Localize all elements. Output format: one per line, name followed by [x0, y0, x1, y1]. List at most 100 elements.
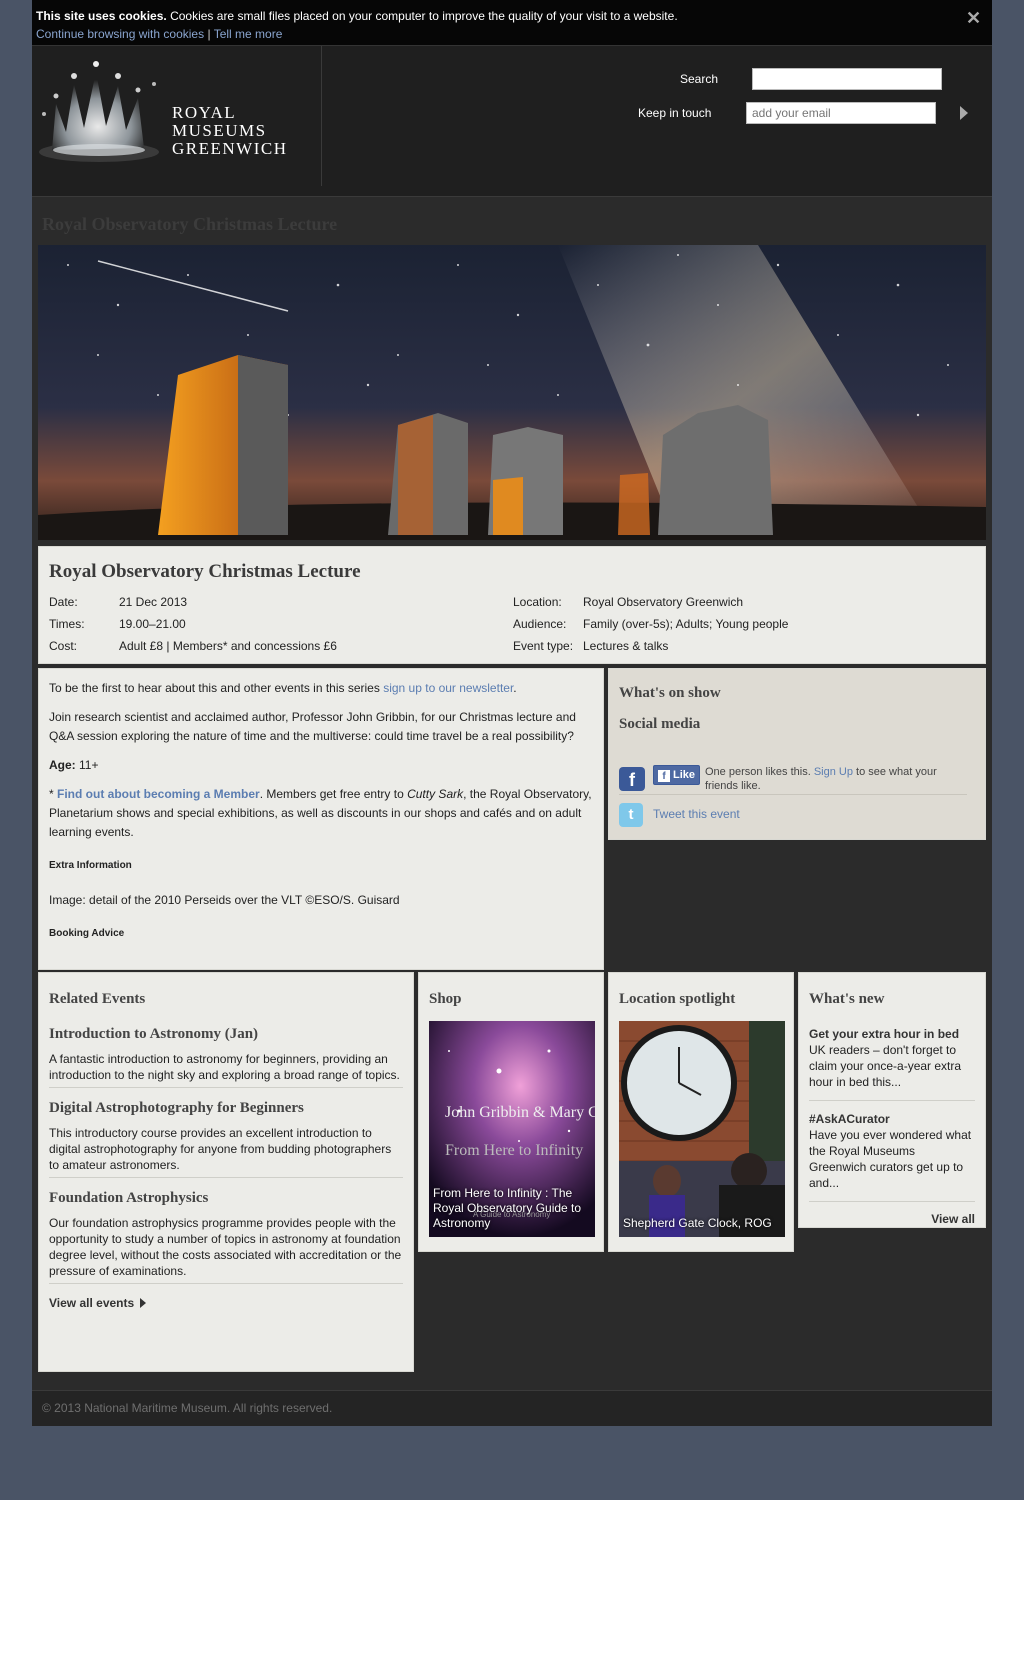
page-wrapper: ROYAL MUSEUMS GREENWICH Search Keep in t…: [32, 46, 992, 1426]
age-label: Age:: [49, 758, 76, 772]
email-submit-arrow-icon[interactable]: [960, 106, 968, 120]
email-field[interactable]: [746, 102, 936, 124]
side-panel: What's on show Social media f f Like One …: [608, 668, 986, 840]
related-events-panel: Related Events Introduction to Astronomy…: [38, 972, 414, 1372]
list-item[interactable]: Get your extra hour in bed UK readers – …: [809, 1026, 975, 1101]
event-type-row: Event type: Lectures & talks: [513, 635, 973, 657]
site-header: ROYAL MUSEUMS GREENWICH Search Keep in t…: [32, 46, 992, 197]
related-event-text: Our foundation astrophysics programme pr…: [49, 1216, 402, 1278]
triangle-right-icon: [140, 1298, 147, 1308]
location-spotlight-panel: Location spotlight Shepherd Gate Clock, …: [608, 972, 794, 1252]
search-input[interactable]: [752, 68, 942, 90]
list-item[interactable]: Foundation Astrophysics Our foundation a…: [49, 1190, 403, 1284]
ghost-page-title: Royal Observatory Christmas Lecture: [42, 214, 338, 234]
search-label: Search: [680, 72, 719, 86]
cookie-message: This site uses cookies. Cookies are smal…: [36, 7, 988, 25]
hero-image: [38, 245, 986, 540]
audience-value: Family (over-5s); Adults; Young people: [583, 617, 789, 631]
times-label: Times:: [49, 617, 85, 631]
facebook-like-label: Like: [673, 769, 696, 781]
location-caption: Shepherd Gate Clock, ROG: [623, 1216, 772, 1230]
close-icon[interactable]: ✕: [966, 9, 982, 27]
cutty-sark-text: Cutty Sark: [407, 787, 464, 801]
date-value: 21 Dec 2013: [119, 595, 188, 609]
tell-me-more-link[interactable]: Tell me more: [214, 27, 283, 41]
event-type-label: Event type:: [513, 639, 574, 653]
event-description-panel: To be the first to hear about this and o…: [38, 668, 604, 970]
extra-information-heading: Extra Information: [49, 860, 132, 871]
related-event-text: This introductory course provides an exc…: [49, 1126, 392, 1172]
newsletter-text: To be the first to hear about this and o…: [49, 681, 384, 695]
facebook-like-button[interactable]: f Like: [653, 765, 700, 785]
whats-new-panel: What's new Get your extra hour in bed UK…: [798, 972, 986, 1228]
event-cost-row: Cost: Adult £8 | Members* and concessions…: [49, 635, 479, 657]
tweet-this-event-link[interactable]: Tweet this event: [653, 807, 740, 821]
cost-value: Adult £8 | Members* and concessions £6: [119, 639, 337, 653]
location-value: Royal Observatory Greenwich: [583, 595, 744, 609]
shop-panel: Shop John Gribbin & Mary Gribbin From He…: [418, 972, 604, 1252]
related-event-title[interactable]: Digital Astrophotography for Beginners: [49, 1100, 403, 1117]
membership-link[interactable]: Find out about becoming a Member: [57, 787, 260, 801]
news-title[interactable]: Get your extra hour in bed: [809, 1026, 975, 1042]
news-text: Have you ever wondered what the Royal Mu…: [809, 1128, 972, 1190]
site-logo[interactable]: ROYAL MUSEUMS GREENWICH: [32, 46, 322, 186]
fb-text-1: One person likes this.: [705, 766, 814, 778]
divider: [619, 794, 967, 795]
location-tile[interactable]: Shepherd Gate Clock, ROG: [619, 1021, 785, 1237]
facebook-f-icon: f: [658, 770, 670, 782]
event-audience-row: Audience: Family (over-5s); Adults; Young…: [513, 613, 973, 635]
member-star: *: [49, 787, 58, 801]
event-title: Royal Observatory Christmas Lecture: [49, 561, 361, 582]
newsletter-paragraph: To be the first to hear about this and o…: [49, 679, 593, 698]
facebook-signup-link[interactable]: Sign Up: [814, 766, 853, 778]
twitter-icon[interactable]: t: [619, 803, 643, 827]
times-value: 19.00–21.00: [119, 617, 186, 631]
cost-label: Cost:: [49, 639, 78, 653]
date-label: Date:: [49, 595, 78, 609]
cookie-links: Continue browsing with cookies | Tell me…: [36, 25, 988, 43]
booking-advice-heading: Booking Advice: [49, 928, 125, 939]
newsletter-signup-link[interactable]: sign up to our newsletter: [383, 681, 513, 695]
audience-label: Audience:: [513, 617, 567, 631]
logo-line: GREENWICH: [172, 139, 288, 158]
location-spotlight-heading: Location spotlight: [619, 991, 736, 1007]
view-all-news-link[interactable]: View all: [809, 1212, 975, 1226]
news-title[interactable]: #AskACurator: [809, 1111, 975, 1127]
list-item[interactable]: #AskACurator Have you ever wondered what…: [809, 1111, 975, 1202]
book-title-overlay: From Here to Infinity: [445, 1142, 583, 1159]
view-all-events-label: View all events: [49, 1296, 135, 1310]
related-event-title[interactable]: Introduction to Astronomy (Jan): [49, 1026, 403, 1043]
image-credit: Image: detail of the 2010 Perseids over …: [49, 893, 400, 907]
event-date-row: Date: 21 Dec 2013: [49, 591, 479, 613]
keep-in-touch-label: Keep in touch: [638, 106, 712, 120]
social-media-heading: Social media: [619, 716, 701, 732]
location-label: Location:: [513, 595, 562, 609]
event-type-value: Lectures & talks: [583, 639, 669, 653]
related-event-title[interactable]: Foundation Astrophysics: [49, 1190, 403, 1207]
book-authors-text: John Gribbin & Mary Gribbin: [445, 1104, 595, 1121]
age-paragraph: Age: 11+: [49, 756, 593, 775]
logo-line: ROYAL: [172, 103, 237, 122]
shop-product-tile[interactable]: John Gribbin & Mary Gribbin From Here to…: [429, 1021, 595, 1237]
related-events-heading: Related Events: [49, 991, 146, 1007]
intro-paragraph: Join research scientist and acclaimed au…: [49, 710, 576, 743]
event-meta-left: Date: 21 Dec 2013 Times: 19.00–21.00 Cost:…: [49, 591, 479, 657]
shop-caption: From Here to Infinity : The Royal Observ…: [433, 1186, 582, 1230]
cookie-separator: |: [207, 27, 211, 41]
event-meta-right: Location: Royal Observatory Greenwich Aud…: [513, 591, 973, 657]
logo-text: ROYAL MUSEUMS GREENWICH: [172, 104, 287, 158]
view-all-events-link[interactable]: View all events: [49, 1296, 403, 1310]
logo-line: MUSEUMS: [172, 121, 267, 140]
member-text-1: . Members get free entry to: [259, 787, 408, 801]
list-item[interactable]: Digital Astrophotography for Beginners T…: [49, 1100, 403, 1178]
event-location-row: Location: Royal Observatory Greenwich: [513, 591, 973, 613]
list-item[interactable]: Introduction to Astronomy (Jan) A fantas…: [49, 1026, 403, 1088]
shepherd-gate-clock-image: [619, 1021, 785, 1237]
cookie-text: Cookies are small files placed on your c…: [170, 9, 678, 23]
crown-splash-icon: [39, 61, 159, 162]
related-event-text: A fantastic introduction to astronomy fo…: [49, 1052, 400, 1082]
whats-on-show-heading[interactable]: What's on show: [619, 685, 975, 702]
facebook-icon[interactable]: f: [619, 767, 645, 791]
site-footer: © 2013 National Maritime Museum. All rig…: [32, 1390, 992, 1426]
continue-with-cookies-link[interactable]: Continue browsing with cookies: [36, 27, 204, 41]
